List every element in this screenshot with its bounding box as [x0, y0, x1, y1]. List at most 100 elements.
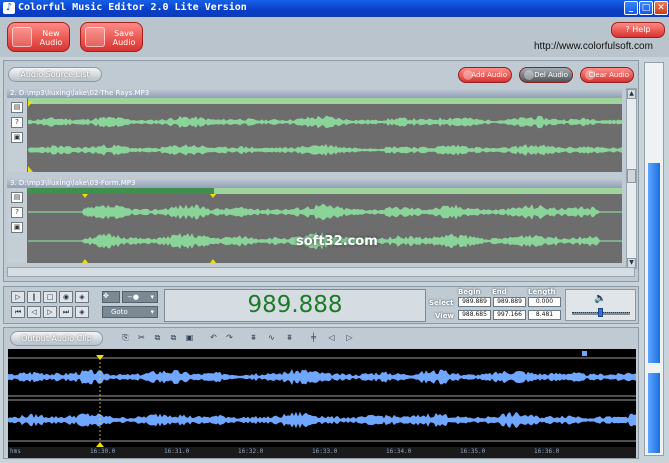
ruler-tick-label: hms [10, 448, 21, 455]
del-audio-button[interactable]: Del Audio [519, 67, 573, 83]
source-list-scrollbar[interactable]: ▲ ▼ [626, 88, 637, 269]
skip-start-icon[interactable]: ⏮ [11, 306, 25, 318]
rewind-icon[interactable]: ◁ [27, 306, 41, 318]
ruler-tick-label: 16:34.0 [386, 448, 412, 455]
output-waveform[interactable] [8, 349, 636, 447]
fade-out-icon[interactable]: ▷ [344, 332, 355, 343]
forward-icon[interactable]: ▷ [43, 306, 57, 318]
website-url: http://www.colorfulsoft.com [534, 41, 653, 52]
ruler-tick-label: 16:36.0 [534, 448, 560, 455]
new-file-icon [12, 27, 32, 47]
volume-control[interactable]: 🔈 [565, 289, 636, 321]
track-row[interactable]: ▤ ? ▣ [7, 98, 622, 172]
goto-label: Goto [111, 308, 128, 316]
app-icon: ♪ [3, 2, 15, 14]
info-icon[interactable]: ? [11, 207, 23, 218]
split-icon[interactable]: ╪ [308, 332, 319, 343]
view-begin[interactable]: 988.685 [458, 310, 491, 320]
save-track-icon[interactable]: ▣ [11, 222, 23, 233]
output-audio-clip-label: Output Audio Clip [10, 331, 103, 346]
loop-icon[interactable]: ◈ [75, 291, 89, 303]
ruler-tick-label: 16:35.0 [460, 448, 486, 455]
effect-normalize-icon[interactable]: ⩩ [284, 332, 295, 343]
effect-fade-icon[interactable]: ∿ [266, 332, 277, 343]
cut-icon[interactable]: ✂ [136, 332, 147, 343]
ruler-tick-label: 16:30.0 [90, 448, 116, 455]
add-audio-button[interactable]: Add Audio [458, 67, 512, 83]
select-label: Select [429, 299, 454, 307]
new-audio-button[interactable]: New Audio [7, 22, 70, 52]
minimize-button[interactable]: _ [624, 1, 638, 15]
track-waveform[interactable] [28, 188, 622, 263]
track-header[interactable]: 3. D:\mp3\liuxing\lake\03-Form.MP3 [7, 179, 622, 188]
zoom-fill-lower [648, 373, 660, 453]
effect-amplify-icon[interactable]: ⩩ [248, 332, 259, 343]
track-row[interactable]: ▤ ? ▣ [7, 188, 622, 263]
select-end[interactable]: 989.889 [493, 297, 526, 307]
del-audio-label: Del Audio [534, 71, 568, 79]
source-hscrollbar[interactable] [7, 267, 635, 277]
marker-icon[interactable]: ◈ [75, 306, 89, 318]
track-waveform[interactable] [28, 98, 622, 172]
save-track-icon[interactable]: ▣ [11, 132, 23, 143]
view-label: View [435, 312, 454, 320]
speaker-icon: 🔈 [594, 293, 607, 304]
save-audio-button[interactable]: Save Audio [80, 22, 143, 52]
chevron-down-icon: ▾ [150, 308, 154, 316]
paste-icon[interactable]: ⧉ [152, 332, 163, 343]
play-icon[interactable]: ▷ [11, 291, 25, 303]
record-icon[interactable]: ◉ [59, 291, 73, 303]
output-panel: Output Audio Clip ⎘ ✂ ⧉ ⧉ ▣ ↶ ↷ ⩩ ∿ ⩩ ╪ … [3, 327, 639, 459]
select-length[interactable]: 0.000 [528, 297, 561, 307]
undo-icon[interactable]: ↶ [208, 332, 219, 343]
volume-thumb[interactable] [598, 308, 603, 317]
hand-tool-icon[interactable]: ✥ [102, 291, 120, 303]
help-button[interactable]: ? Help [611, 22, 665, 38]
zoom-tool-select[interactable]: −● ▾ [122, 291, 158, 303]
zoom-icon: −● [127, 293, 139, 301]
clear-audio-button[interactable]: Clear Audio [580, 67, 634, 83]
view-end[interactable]: 997.166 [493, 310, 526, 320]
chevron-down-icon: ▾ [150, 293, 154, 301]
add-icon [463, 70, 473, 80]
select-begin[interactable]: 989.889 [458, 297, 491, 307]
track-tools: ▤ ? ▣ [7, 188, 27, 263]
ruler-tick-label: 16:32.0 [238, 448, 264, 455]
skip-end-icon[interactable]: ⏭ [59, 306, 73, 318]
zoom-slider[interactable] [644, 62, 664, 456]
ruler-tick-label: 16:31.0 [164, 448, 190, 455]
fade-in-icon[interactable]: ◁ [326, 332, 337, 343]
paste-mix-icon[interactable]: ⧉ [168, 332, 179, 343]
save-clip-icon[interactable]: ▣ [184, 332, 195, 343]
end-header: End [492, 288, 507, 296]
stop-icon[interactable]: □ [43, 291, 57, 303]
goto-select[interactable]: Goto ▾ [102, 306, 158, 318]
zoom-fill-upper [648, 163, 660, 363]
time-display: 989.888 [164, 289, 426, 322]
watermark: soft32.com [296, 234, 378, 249]
ruler-tick-label: 16:33.0 [312, 448, 338, 455]
add-audio-label: Add Audio [471, 71, 507, 79]
pause-icon[interactable]: ‖ [27, 291, 41, 303]
audio-source-list-label: Audio Source List [8, 67, 102, 82]
scroll-up-icon[interactable]: ▲ [627, 89, 636, 99]
window-title: Colorful Music Editor 2.0 Lite Version [18, 2, 247, 13]
track-tools: ▤ ? ▣ [7, 98, 27, 172]
scroll-thumb[interactable] [627, 169, 636, 183]
copy-icon[interactable]: ▤ [11, 102, 23, 113]
begin-header: Begin [458, 288, 481, 296]
maximize-button[interactable]: □ [639, 1, 653, 15]
save-audio-label: Save Audio [112, 29, 136, 47]
save-icon [85, 27, 105, 47]
time-ruler[interactable]: hms 16:30.0 16:31.0 16:32.0 16:33.0 16:34.0 16… [8, 447, 636, 458]
redo-icon[interactable]: ↷ [224, 332, 235, 343]
view-length[interactable]: 8.481 [528, 310, 561, 320]
copy-icon[interactable]: ▤ [11, 192, 23, 203]
info-icon[interactable]: ? [11, 117, 23, 128]
clear-icon [585, 70, 595, 80]
delete-icon [524, 70, 534, 80]
track-header[interactable]: 2. D:\mp3\liuxing\lake\02-The Rays.MP3 [7, 89, 622, 98]
new-audio-label: New Audio [39, 29, 63, 47]
copy-icon[interactable]: ⎘ [120, 332, 131, 343]
close-button[interactable]: ✕ [654, 1, 668, 15]
